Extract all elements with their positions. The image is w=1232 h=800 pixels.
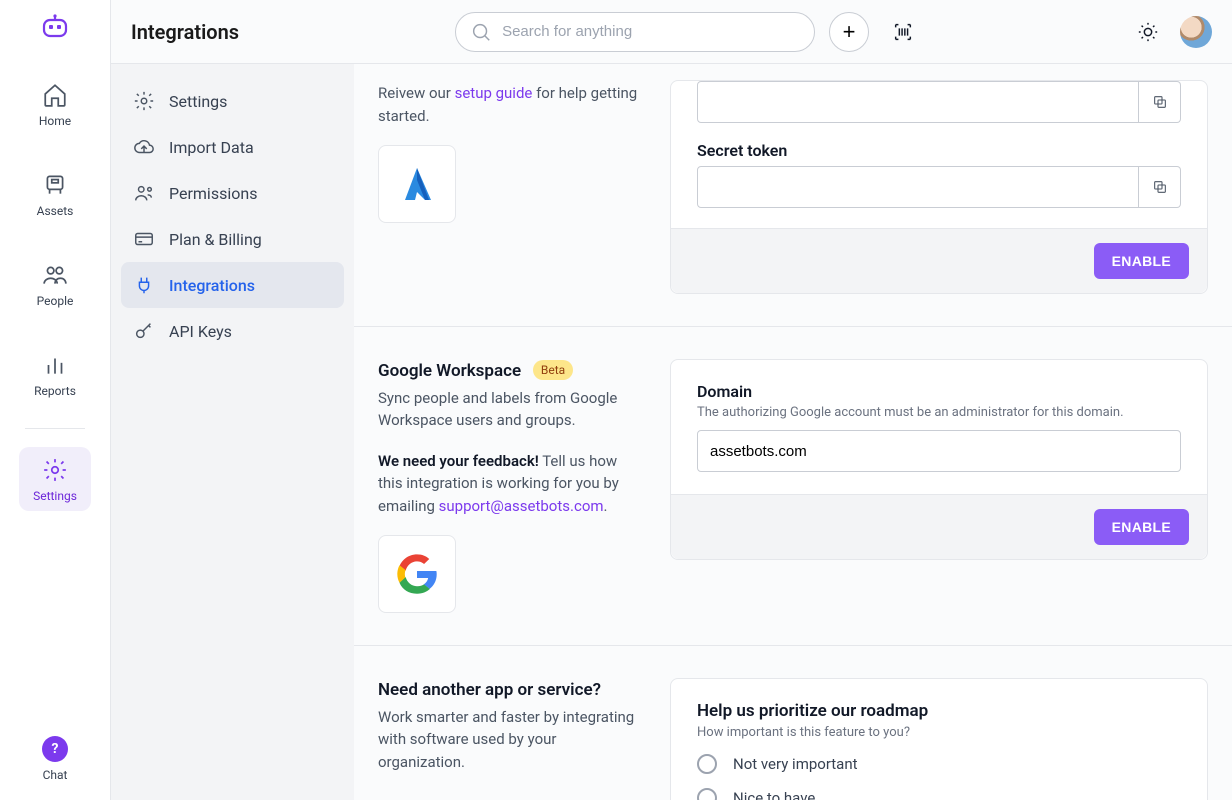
rail-chat-button[interactable]: ? Chat <box>42 736 68 782</box>
google-logo-icon <box>378 535 456 613</box>
reports-icon <box>42 352 68 378</box>
roadmap-title: Help us prioritize our roadmap <box>697 701 1181 721</box>
key-icon <box>133 320 155 342</box>
roadmap-option-1[interactable]: Not very important <box>697 754 1181 774</box>
google-desc: Sync people and labels from Google Works… <box>378 387 638 432</box>
azure-card: Secret token ENABLE <box>670 80 1208 294</box>
page-title: Integrations <box>131 20 239 44</box>
plug-icon <box>133 274 155 296</box>
theme-toggle-button[interactable] <box>1130 14 1166 50</box>
settings-nav-billing[interactable]: Plan & Billing <box>121 216 344 262</box>
rail-label: Assets <box>37 204 74 218</box>
copy-button[interactable] <box>1139 166 1181 208</box>
search-icon <box>470 21 492 43</box>
topbar: Integrations + <box>111 0 1232 64</box>
permissions-icon <box>133 182 155 204</box>
settings-nav-apikeys[interactable]: API Keys <box>121 308 344 354</box>
credit-card-icon <box>133 228 155 250</box>
copy-button[interactable] <box>1139 81 1181 123</box>
search-input[interactable] <box>502 23 800 40</box>
add-button[interactable]: + <box>829 12 869 52</box>
rail-label: Home <box>39 114 71 128</box>
gear-icon <box>42 457 68 483</box>
settings-nav-import[interactable]: Import Data <box>121 124 344 170</box>
radio-icon <box>697 754 717 774</box>
azure-secret-input[interactable] <box>697 166 1139 208</box>
google-feedback-bold: We need your feedback! <box>378 452 539 470</box>
upload-cloud-icon <box>133 136 155 158</box>
roadmap-option-2[interactable]: Nice to have <box>697 788 1181 800</box>
rail-label: People <box>37 294 74 308</box>
rail-item-assets[interactable]: Assets <box>19 162 91 226</box>
sun-icon <box>1137 21 1159 43</box>
settings-nav-settings[interactable]: Settings <box>121 78 344 124</box>
settings-nav-label: Permissions <box>169 184 257 203</box>
rail-label: Settings <box>33 489 77 503</box>
app-logo-icon[interactable] <box>41 14 69 42</box>
gear-icon <box>133 90 155 112</box>
user-avatar[interactable] <box>1180 16 1212 48</box>
google-domain-input[interactable] <box>697 430 1181 472</box>
settings-nav-label: Integrations <box>169 276 255 295</box>
settings-sidebar: Settings Import Data Permissions Plan & … <box>111 64 354 800</box>
google-card: Domain The authorizing Google account mu… <box>670 359 1208 560</box>
azure-secret-label: Secret token <box>697 141 1181 160</box>
search-input-wrap[interactable] <box>455 12 815 52</box>
azure-review-prefix: Reivew our <box>378 84 455 102</box>
google-title: Google Workspace <box>378 361 521 381</box>
rail-chat-label: Chat <box>43 768 68 782</box>
settings-nav-label: API Keys <box>169 322 232 341</box>
integrations-content: Reivew our setup guide for help getting … <box>354 64 1232 800</box>
rail-divider <box>25 428 85 429</box>
rail-item-home[interactable]: Home <box>19 72 91 136</box>
beta-badge: Beta <box>533 360 573 380</box>
roadmap-help: How important is this feature to you? <box>697 725 1181 740</box>
barcode-icon <box>892 21 914 43</box>
settings-nav-label: Import Data <box>169 138 254 157</box>
azure-field-1-input[interactable] <box>697 81 1139 123</box>
azure-setup-guide-link[interactable]: setup guide <box>455 84 533 102</box>
copy-icon <box>1152 94 1168 110</box>
settings-nav-label: Settings <box>169 92 227 111</box>
google-feedback-period: . <box>604 497 608 515</box>
copy-icon <box>1152 179 1168 195</box>
google-domain-label: Domain <box>697 382 1181 401</box>
google-enable-button[interactable]: ENABLE <box>1094 509 1189 545</box>
settings-nav-integrations[interactable]: Integrations <box>121 262 344 308</box>
google-feedback-email-link[interactable]: support@assetbots.com <box>439 497 604 515</box>
rail-item-settings[interactable]: Settings <box>19 447 91 511</box>
roadmap-card: Help us prioritize our roadmap How impor… <box>670 678 1208 800</box>
rail-item-reports[interactable]: Reports <box>19 342 91 406</box>
app-rail: Home Assets People Reports Settings ? Ch… <box>0 0 111 800</box>
azure-enable-button[interactable]: ENABLE <box>1094 243 1189 279</box>
rail-label: Reports <box>34 384 76 398</box>
assets-icon <box>42 172 68 198</box>
rail-item-people[interactable]: People <box>19 252 91 316</box>
people-icon <box>42 262 68 288</box>
radio-icon <box>697 788 717 800</box>
home-icon <box>42 82 68 108</box>
settings-nav-label: Plan & Billing <box>169 230 262 249</box>
roadmap-option-label: Not very important <box>733 755 858 773</box>
plus-icon: + <box>843 21 856 43</box>
google-domain-help: The authorizing Google account must be a… <box>697 405 1181 420</box>
roadmap-option-label: Nice to have <box>733 789 815 800</box>
settings-nav-permissions[interactable]: Permissions <box>121 170 344 216</box>
azure-logo-icon <box>378 145 456 223</box>
scan-barcode-button[interactable] <box>883 12 923 52</box>
another-desc: Work smarter and faster by integrating w… <box>378 706 638 774</box>
another-title: Need another app or service? <box>378 680 601 700</box>
chat-icon: ? <box>42 736 68 762</box>
